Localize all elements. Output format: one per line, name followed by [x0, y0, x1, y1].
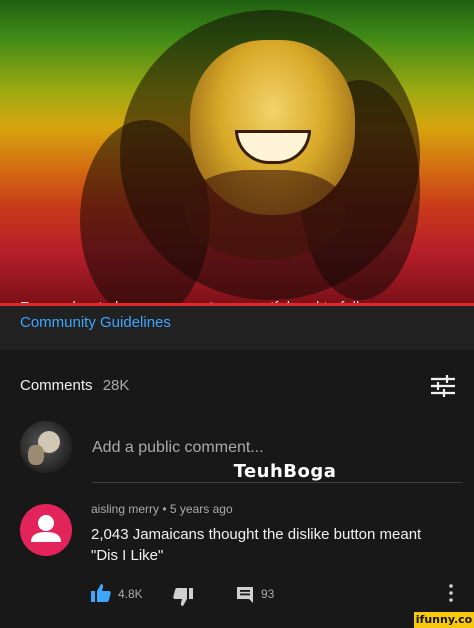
comment-reply-icon[interactable]	[235, 585, 255, 605]
community-guidelines-link[interactable]: Community Guidelines	[20, 314, 171, 331]
ifunny-watermark: ifunny.co	[414, 612, 474, 628]
comment-author[interactable]: aisling merry	[91, 502, 159, 516]
guidelines-banner: Community Guidelines	[0, 306, 474, 350]
more-vertical-icon[interactable]	[446, 583, 456, 603]
comment-age: 5 years ago	[169, 502, 233, 516]
like-count: 4.8K	[118, 587, 143, 601]
divider	[92, 482, 462, 483]
comments-header: Comments 28K	[20, 377, 129, 394]
meme-photo	[0, 0, 474, 305]
comment-actions: 4.8K 93	[91, 583, 391, 607]
comment-meta: aisling merry • 5 years ago	[91, 502, 233, 516]
thumbs-up-filled-icon[interactable]	[91, 583, 111, 603]
comment-text: 2,043 Jamaicans thought the dislike butt…	[91, 526, 422, 564]
commenter-avatar[interactable]	[20, 504, 72, 556]
add-comment-input[interactable]: Add a public comment...	[92, 439, 264, 457]
thumbs-down-icon[interactable]	[173, 587, 193, 607]
comments-label: Comments	[20, 377, 93, 394]
reply-count: 93	[261, 587, 275, 601]
comments-count: 28K	[102, 377, 130, 394]
sort-sliders-icon[interactable]	[430, 375, 456, 397]
meta-separator: •	[162, 502, 167, 516]
person-icon	[31, 515, 61, 542]
overlay-username: TeuhBoga	[233, 461, 337, 482]
